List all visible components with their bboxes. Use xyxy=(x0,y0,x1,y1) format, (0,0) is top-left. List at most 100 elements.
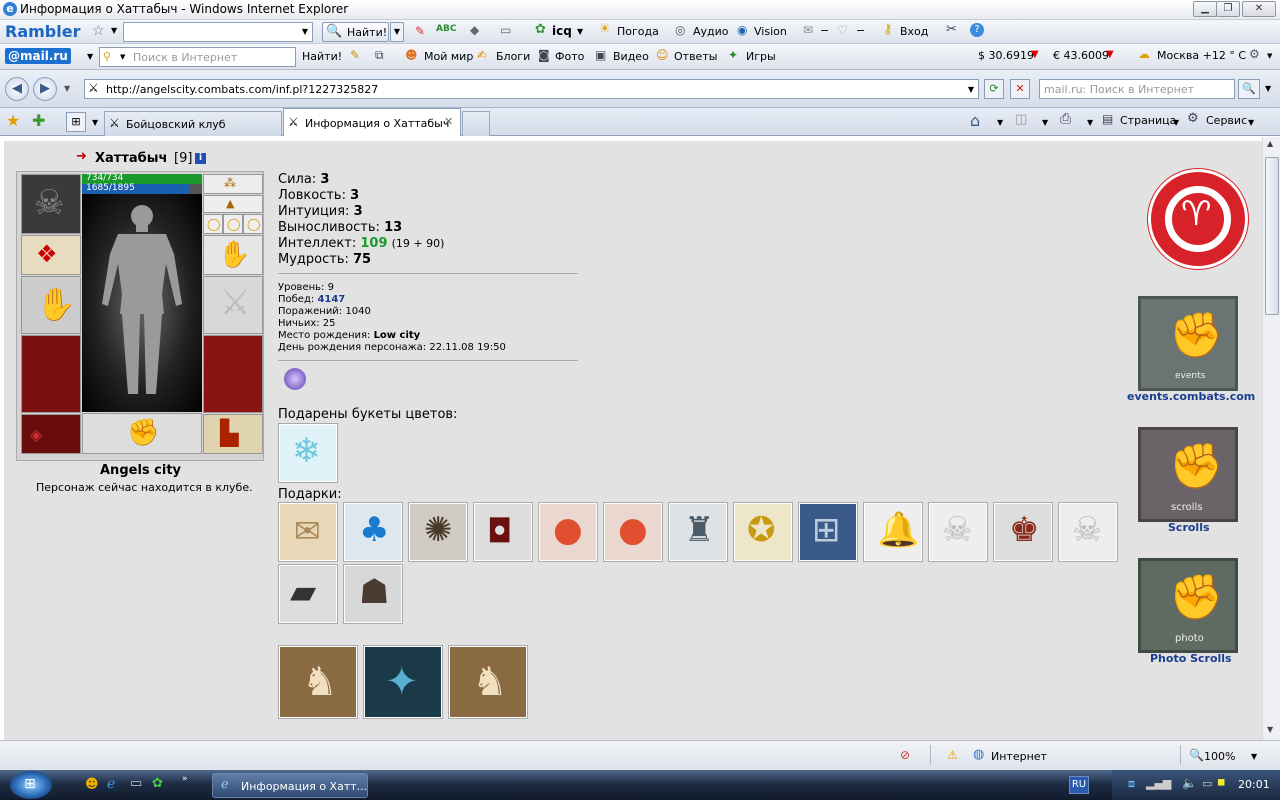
settings-icon[interactable]: ⚙ xyxy=(1249,47,1260,61)
icq-button[interactable]: icq xyxy=(552,24,572,38)
icq-dropdown-icon[interactable]: ▼ xyxy=(577,27,583,36)
pencil-icon[interactable]: ✎ xyxy=(415,24,425,38)
highlight-icon[interactable]: ✎ xyxy=(350,48,360,62)
quick-tabs-button[interactable]: ⊞ xyxy=(66,112,86,132)
stop-button[interactable]: ✕ xyxy=(1010,79,1030,99)
popup-blocked-icon[interactable]: ⊘ xyxy=(900,748,910,762)
gift-item[interactable]: ✪ xyxy=(733,502,793,562)
events-link[interactable]: events.combats.com xyxy=(1127,390,1255,403)
scroll-up-icon[interactable]: ▲ xyxy=(1267,139,1273,148)
boots-slot[interactable]: ▙ xyxy=(203,414,263,454)
weapon-slot[interactable]: ⚔ xyxy=(203,276,263,334)
mailru-search-input[interactable]: ⚲ ▼ Поиск в Интернет xyxy=(99,47,296,67)
close-button[interactable]: ✕ xyxy=(1242,1,1276,17)
security-warning-icon[interactable]: ⚠ xyxy=(947,748,958,762)
icq-tray-icon[interactable]: ✿ xyxy=(152,776,163,791)
tools-icon[interactable]: ✂ xyxy=(946,22,957,37)
maximize-button[interactable]: ❐ xyxy=(1216,1,1240,17)
scrolls-link[interactable]: Scrolls xyxy=(1168,521,1210,534)
gift-item[interactable]: ☗ xyxy=(343,564,403,624)
gift-item[interactable]: ♜ xyxy=(668,502,728,562)
scroll-thumb[interactable] xyxy=(1265,157,1279,315)
zoom-dropdown[interactable]: ▼ xyxy=(1251,752,1257,761)
magic-orb-icon[interactable] xyxy=(284,368,306,390)
url-field[interactable]: ⚔ http://angelscity.combats.com/inf.pl?1… xyxy=(84,79,979,99)
quicklaunch-more[interactable]: » xyxy=(182,774,188,784)
gift-item[interactable]: ● xyxy=(603,502,663,562)
my-world-link[interactable]: Мой мир xyxy=(424,50,473,63)
gift-item[interactable]: ♣ xyxy=(343,502,403,562)
answers-link[interactable]: Ответы xyxy=(674,50,717,63)
zoom-level[interactable]: 100% xyxy=(1204,750,1235,763)
video-link[interactable]: Видео xyxy=(613,50,649,63)
gift-item[interactable]: ◘ xyxy=(473,502,533,562)
form-icon[interactable]: ▭ xyxy=(500,23,511,37)
amulet-slot[interactable]: ▲ xyxy=(203,195,263,213)
taskbar-ie-window[interactable]: ℯ Информация о Хатт... xyxy=(212,773,368,798)
gift-item[interactable]: ♚ xyxy=(993,502,1053,562)
network-icon[interactable]: ⧈ xyxy=(1128,777,1135,791)
star-icon[interactable]: ☆ xyxy=(92,23,105,39)
language-indicator[interactable]: RU xyxy=(1069,776,1089,794)
dropdown-arrow-icon[interactable]: ▼ xyxy=(111,26,117,35)
blogs-link[interactable]: Блоги xyxy=(496,50,530,63)
events-banner[interactable]: ✊ events xyxy=(1138,296,1238,391)
history-dropdown[interactable]: ▼ xyxy=(64,84,70,93)
helmet-slot[interactable]: ☠ xyxy=(21,174,81,234)
mailru-menu-arrow[interactable]: ▼ xyxy=(87,52,93,61)
audio-button[interactable]: Аудио xyxy=(693,25,729,38)
favorites-star-icon[interactable]: ★ xyxy=(6,111,20,130)
mail-icon[interactable]: ✉ xyxy=(803,23,813,37)
rambler-search-button[interactable]: 🔍 Найти! xyxy=(322,22,389,42)
photo-link[interactable]: Фото xyxy=(555,50,584,63)
tray-app-icon[interactable]: ◼ xyxy=(1217,777,1225,788)
close-tab-icon[interactable]: ✕ xyxy=(444,115,453,128)
help-icon[interactable]: ? xyxy=(970,23,984,37)
portrait-item[interactable]: ♞ xyxy=(278,645,358,719)
portrait-item[interactable]: ♞ xyxy=(448,645,528,719)
photo-scrolls-banner[interactable]: ✊ photo xyxy=(1138,558,1238,653)
back-button[interactable]: ◀ xyxy=(5,77,29,101)
site-logo[interactable]: ♈ xyxy=(1147,168,1249,270)
new-tab-button[interactable] xyxy=(462,111,490,136)
info-icon[interactable]: i xyxy=(195,153,206,164)
gift-item[interactable]: ▰ xyxy=(278,564,338,624)
print-icon[interactable]: ⎙ xyxy=(1060,111,1071,127)
mailru-logo[interactable]: @mail.ru xyxy=(5,48,71,64)
photo-scrolls-link[interactable]: Photo Scrolls xyxy=(1150,652,1232,665)
tools-menu[interactable]: Сервис xyxy=(1206,114,1247,127)
vertical-scrollbar[interactable]: ▲ ▼ xyxy=(1262,137,1280,740)
gloves-slot[interactable]: ✋ xyxy=(21,276,81,334)
volume-icon[interactable]: 🔈 xyxy=(1182,776,1197,790)
ring-slot-1[interactable]: ◯ xyxy=(203,214,223,234)
feeds-icon[interactable]: ◫ xyxy=(1015,112,1027,127)
vision-button[interactable]: Vision xyxy=(754,25,787,38)
city-weather[interactable]: Москва +12 ° C xyxy=(1157,49,1246,62)
quicklaunch-icon[interactable]: ☻ xyxy=(85,777,99,792)
signal-icon[interactable]: ▂▄▆ xyxy=(1146,777,1171,790)
bracers-slot[interactable]: ❖ xyxy=(21,235,81,275)
eraser-icon[interactable]: ◆ xyxy=(470,23,479,37)
spellcheck-icon[interactable]: ABC xyxy=(436,24,456,34)
usd-rate[interactable]: $ 30.6919 xyxy=(978,49,1034,62)
ring-slot-3[interactable]: ◯ xyxy=(243,214,263,234)
ie-quicklaunch-icon[interactable]: ℯ xyxy=(107,776,115,792)
start-button[interactable]: ⊞ xyxy=(10,771,52,799)
clock[interactable]: 20:01 xyxy=(1238,778,1270,791)
gift-item[interactable]: ☠ xyxy=(928,502,988,562)
gift-item[interactable]: ⊞ xyxy=(798,502,858,562)
gift-item[interactable]: ● xyxy=(538,502,598,562)
gift-item[interactable]: ☠ xyxy=(1058,502,1118,562)
tab-list-dropdown[interactable]: ▼ xyxy=(92,118,98,127)
rambler-logo[interactable]: Rambler xyxy=(5,22,80,41)
tab-combats[interactable]: ⚔ Бойцовский клуб xyxy=(104,111,282,136)
portrait-item[interactable]: ✦ xyxy=(363,645,443,719)
weather-button[interactable]: Погода xyxy=(617,25,659,38)
armor-slot[interactable] xyxy=(21,335,81,413)
web-search-input[interactable]: mail.ru: Поиск в Интернет xyxy=(1039,79,1235,99)
forward-button[interactable]: ▶ xyxy=(33,77,57,101)
eur-rate[interactable]: € 43.6009 xyxy=(1053,49,1109,62)
ring-slot-2[interactable]: ◯ xyxy=(223,214,243,234)
mailru-search-button[interactable]: Найти! xyxy=(302,50,342,63)
refresh-button[interactable]: ⟳ xyxy=(984,79,1004,99)
